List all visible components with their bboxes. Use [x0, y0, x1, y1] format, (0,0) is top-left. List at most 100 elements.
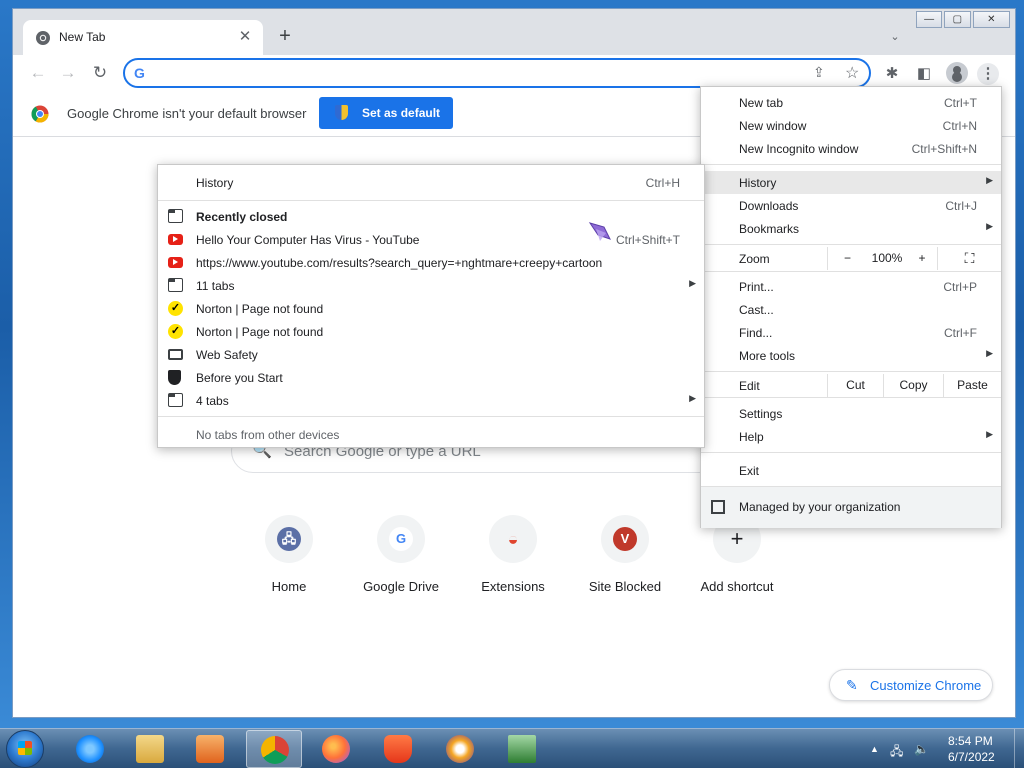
- shortcut-extensions[interactable]: ◒ Extensions: [457, 515, 569, 605]
- plus-icon: +: [730, 526, 744, 551]
- set-as-default-label: Set as default: [362, 106, 441, 120]
- copy-button[interactable]: Copy: [883, 374, 943, 397]
- menu-item-more-tools[interactable]: More tools ▶: [701, 344, 1001, 367]
- history-item-recent-8[interactable]: 4 tabs ▶: [158, 389, 704, 412]
- submenu-arrow-icon: ▶: [986, 175, 993, 185]
- history-item-recent-7[interactable]: Before you Start: [158, 366, 704, 389]
- history-label: Norton | Page not found: [196, 302, 324, 316]
- show-hidden-icons-icon[interactable]: ▲: [870, 744, 879, 754]
- taskbar-chrome[interactable]: [246, 730, 302, 768]
- zoom-out-button[interactable]: −: [827, 247, 867, 270]
- taskbar-brave[interactable]: [370, 730, 426, 768]
- zoom-in-button[interactable]: +: [907, 247, 937, 270]
- menu-item-managed[interactable]: Managed by your organization: [701, 487, 1001, 528]
- menu-item-print[interactable]: Print... Ctrl+P: [701, 275, 1001, 298]
- taskbar-windows-explorer[interactable]: [122, 730, 178, 768]
- set-as-default-button[interactable]: Set as default: [319, 97, 453, 129]
- no-other-devices-text: No tabs from other devices: [196, 428, 340, 442]
- history-item-recent-2[interactable]: https://www.youtube.com/results?search_q…: [158, 251, 704, 274]
- web-safety-icon: [168, 349, 183, 360]
- menu-item-help[interactable]: Help ▶: [701, 425, 1001, 448]
- history-label: Web Safety: [196, 348, 258, 362]
- volume-icon[interactable]: 🔈: [914, 742, 929, 756]
- menu-separator: [701, 164, 1001, 165]
- menu-item-settings[interactable]: Settings: [701, 402, 1001, 425]
- minimize-button[interactable]: —: [916, 11, 943, 28]
- norton-check-icon: ✓: [168, 324, 183, 339]
- show-desktop-button[interactable]: [1014, 729, 1024, 768]
- menu-row-zoom: Zoom − 100% + ⛶: [701, 247, 1001, 270]
- share-icon[interactable]: ⇪: [813, 64, 825, 81]
- menu-separator: [701, 271, 1001, 272]
- menu-item-exit[interactable]: Exit: [701, 459, 1001, 482]
- history-item-recent-3[interactable]: 11 tabs ▶: [158, 274, 704, 297]
- shortcut-home[interactable]: 🖧 Home: [233, 515, 345, 605]
- taskbar-task-manager[interactable]: [494, 730, 550, 768]
- history-item-recent-4[interactable]: ✓ Norton | Page not found: [158, 297, 704, 320]
- back-button[interactable]: ←: [25, 60, 51, 86]
- menu-label: Help: [739, 430, 764, 444]
- menu-item-find[interactable]: Find... Ctrl+F: [701, 321, 1001, 344]
- history-label: 11 tabs: [196, 279, 235, 293]
- menu-item-downloads[interactable]: Downloads Ctrl+J: [701, 194, 1001, 217]
- new-tab-button[interactable]: +: [273, 25, 297, 49]
- customize-chrome-button[interactable]: ✎ Customize Chrome: [829, 669, 993, 701]
- forward-button[interactable]: →: [55, 60, 81, 86]
- cut-button[interactable]: Cut: [827, 374, 883, 397]
- history-item-recent-6[interactable]: Web Safety: [158, 343, 704, 366]
- start-button[interactable]: [6, 730, 44, 768]
- maximize-button[interactable]: ▢: [944, 11, 971, 28]
- taskbar-internet-explorer[interactable]: [62, 730, 118, 768]
- tab-icon: [168, 393, 183, 407]
- shortcut-tile: 🖧: [265, 515, 313, 563]
- menu-item-bookmarks[interactable]: Bookmarks ▶: [701, 217, 1001, 240]
- window-controls: — ▢ ✕: [916, 11, 1012, 29]
- shortcut-google-drive[interactable]: G Google Drive: [345, 515, 457, 605]
- extensions-puzzle-icon[interactable]: ✱: [881, 63, 903, 85]
- shortcut-site-blocked[interactable]: V Site Blocked: [569, 515, 681, 605]
- tab-new-tab[interactable]: New Tab ✕: [23, 20, 263, 55]
- chrome-menu-button[interactable]: ⋮: [977, 63, 999, 85]
- menu-item-new-window[interactable]: New window Ctrl+N: [701, 114, 1001, 137]
- fullscreen-icon[interactable]: ⛶: [937, 247, 1001, 270]
- tab-search-icon[interactable]: ⌄: [885, 27, 905, 47]
- chrome-icon: [36, 31, 50, 45]
- norton-check-icon: ✓: [168, 301, 183, 316]
- menu-separator: [701, 244, 1001, 245]
- history-item-history[interactable]: History Ctrl+H: [158, 171, 704, 194]
- shortcut-label: Google Drive: [363, 579, 439, 594]
- paste-button[interactable]: Paste: [943, 374, 1001, 397]
- firefox-icon: [322, 735, 350, 763]
- menu-item-history[interactable]: History ▶: [701, 171, 1001, 194]
- tab-title: New Tab: [59, 30, 106, 44]
- side-panel-icon[interactable]: ◧: [913, 63, 935, 85]
- menu-item-incognito[interactable]: New Incognito window Ctrl+Shift+N: [701, 137, 1001, 160]
- menu-label: Zoom: [739, 252, 770, 266]
- address-input[interactable]: [155, 63, 795, 83]
- chrome-icon: [261, 736, 289, 764]
- menu-label: Find...: [739, 326, 773, 340]
- taskbar-avast-browser[interactable]: [432, 730, 488, 768]
- omnibox[interactable]: G ⇪ ☆: [123, 58, 871, 88]
- bookmark-star-icon[interactable]: ☆: [845, 63, 859, 83]
- history-item-recent-5[interactable]: ✓ Norton | Page not found: [158, 320, 704, 343]
- shortcut-add[interactable]: + Add shortcut: [681, 515, 793, 605]
- taskbar-media-player[interactable]: [182, 730, 238, 768]
- menu-label: New Incognito window: [739, 142, 859, 156]
- history-item-recent-1[interactable]: Hello Your Computer Has Virus - YouTube …: [158, 228, 704, 251]
- menu-label: New window: [739, 119, 807, 133]
- tab-close-icon[interactable]: ✕: [235, 27, 255, 47]
- menu-item-cast[interactable]: Cast...: [701, 298, 1001, 321]
- reload-button[interactable]: ↻: [87, 60, 113, 86]
- clock-date[interactable]: 6/7/2022: [948, 750, 995, 764]
- profile-avatar[interactable]: [946, 62, 968, 84]
- close-window-button[interactable]: ✕: [972, 11, 1010, 28]
- internet-explorer-icon: [76, 735, 104, 763]
- clock-time[interactable]: 8:54 PM: [948, 734, 993, 748]
- taskbar-firefox[interactable]: [308, 730, 364, 768]
- shortcut-label: Site Blocked: [588, 579, 662, 594]
- menu-item-new-tab[interactable]: New tab Ctrl+T: [701, 91, 1001, 114]
- menu-shortcut: Ctrl+P: [943, 280, 977, 294]
- network-icon[interactable]: 🖧: [890, 742, 903, 763]
- menu-label: Settings: [739, 407, 783, 421]
